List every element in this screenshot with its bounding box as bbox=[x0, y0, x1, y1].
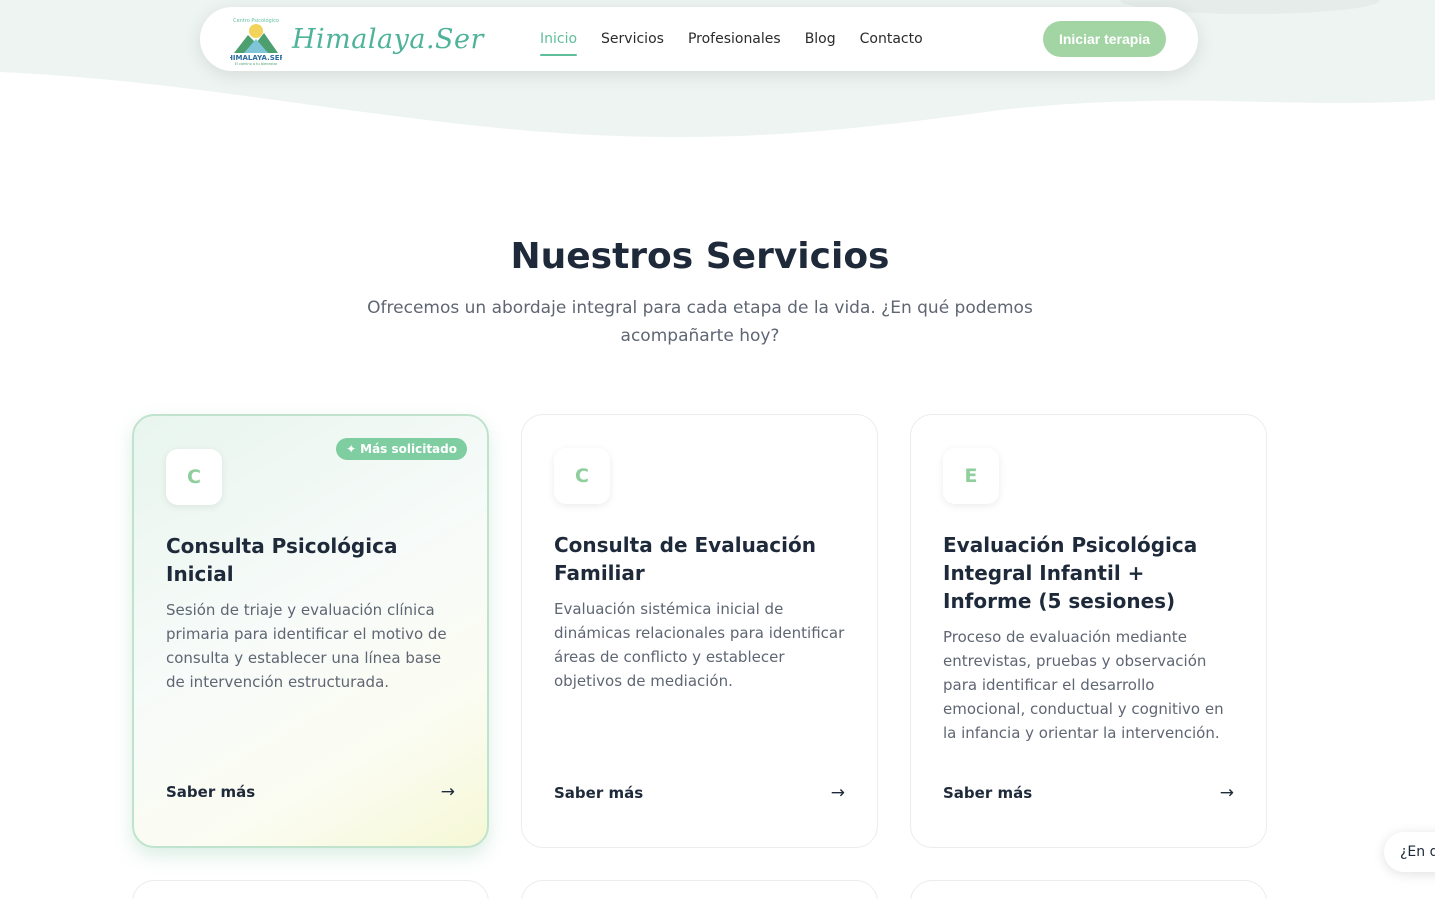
service-card-peek bbox=[910, 880, 1267, 899]
chat-prompt-bubble[interactable]: ¿En q bbox=[1384, 832, 1435, 872]
service-card-peek bbox=[521, 880, 878, 899]
sparkle-icon: ✦ bbox=[346, 442, 357, 456]
brand-name: Himalaya.Ser bbox=[292, 23, 484, 55]
service-card-title: Evaluación Psicológica Integral Infantil… bbox=[943, 533, 1198, 613]
nav-link-inicio[interactable]: Inicio bbox=[540, 25, 578, 56]
service-card-description: Proceso de evaluación mediante entrevist… bbox=[943, 628, 1224, 742]
learn-more-link[interactable]: Saber más bbox=[554, 784, 643, 802]
learn-more-link[interactable]: Saber más bbox=[943, 784, 1032, 802]
arrow-right-icon[interactable]: → bbox=[1220, 783, 1234, 803]
start-therapy-button[interactable]: Iniciar terapia bbox=[1042, 21, 1166, 57]
service-card-footer: Saber más → bbox=[166, 782, 455, 802]
service-card-evaluacion-familiar[interactable]: C Consulta de Evaluación Familiar Evalua… bbox=[521, 414, 878, 848]
svg-text:HIMALAYA.SER: HIMALAYA.SER bbox=[230, 54, 282, 62]
service-card-description: Sesión de triaje y evaluación clínica pr… bbox=[166, 601, 447, 691]
service-card-evaluacion-infantil[interactable]: E Evaluación Psicológica Integral Infant… bbox=[910, 414, 1267, 848]
service-card-title: Consulta Psicológica Inicial bbox=[166, 534, 398, 586]
top-navbar: Centro Psicológico HIMALAYA.SER El camin… bbox=[200, 7, 1198, 71]
svg-text:Centro Psicológico: Centro Psicológico bbox=[233, 17, 279, 24]
badge-label: Más solicitado bbox=[360, 442, 457, 456]
service-card-description: Evaluación sistémica inicial de dinámica… bbox=[554, 600, 845, 690]
service-card-consulta-inicial[interactable]: C ✦ Más solicitado Consulta Psicológica … bbox=[132, 414, 489, 848]
himalaya-logo-icon: Centro Psicológico HIMALAYA.SER El camin… bbox=[230, 17, 282, 65]
brand-logo[interactable]: Centro Psicológico HIMALAYA.SER El camin… bbox=[230, 13, 530, 65]
service-card-letter: C bbox=[166, 449, 222, 505]
most-requested-badge: ✦ Más solicitado bbox=[336, 438, 467, 460]
nav-link-servicios[interactable]: Servicios bbox=[601, 25, 664, 53]
svg-text:El camino a tu bienestar: El camino a tu bienestar bbox=[235, 62, 278, 65]
nav-link-profesionales[interactable]: Profesionales bbox=[688, 25, 781, 53]
learn-more-link[interactable]: Saber más bbox=[166, 783, 255, 801]
nav-link-contacto[interactable]: Contacto bbox=[860, 25, 923, 53]
service-card-footer: Saber más → bbox=[554, 783, 845, 803]
nav-link-blog[interactable]: Blog bbox=[805, 25, 836, 53]
service-card-title: Consulta de Evaluación Familiar bbox=[554, 533, 816, 585]
arrow-right-icon[interactable]: → bbox=[831, 783, 845, 803]
nav-links: Inicio Servicios Profesionales Blog Cont… bbox=[540, 25, 923, 56]
service-card-peek bbox=[132, 880, 489, 899]
arrow-right-icon[interactable]: → bbox=[441, 782, 455, 802]
service-card-footer: Saber más → bbox=[943, 783, 1234, 803]
service-card-letter: E bbox=[943, 448, 999, 504]
section-subtitle: Ofrecemos un abordaje integral para cada… bbox=[367, 298, 1033, 346]
section-title: Nuestros Servicios bbox=[510, 236, 890, 277]
service-card-letter: C bbox=[554, 448, 610, 504]
